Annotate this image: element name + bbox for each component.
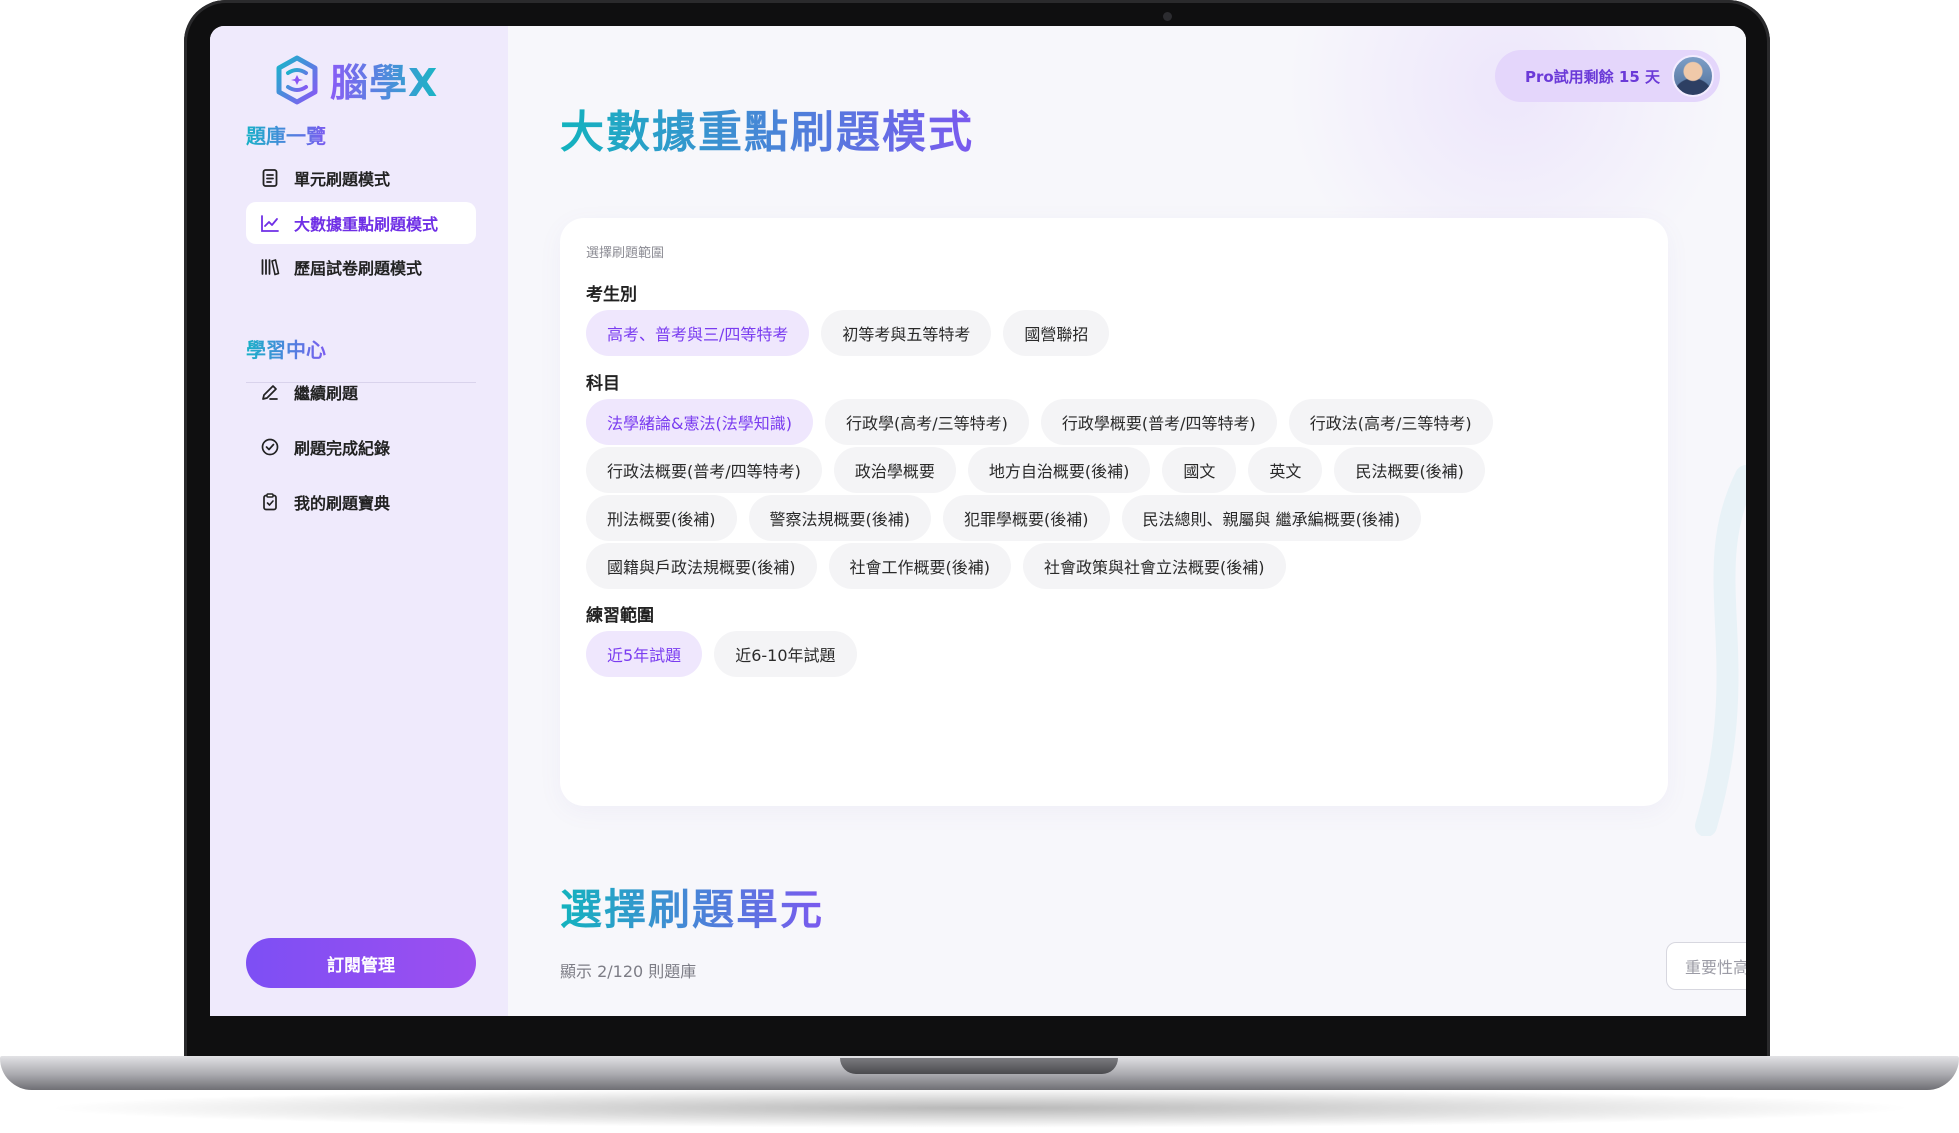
camera-icon <box>1163 12 1172 21</box>
app-screen: 腦學X 題庫一覽 單元刷題模式 大數據重點刷題模式 歷屆試卷刷題模式 學習中心 <box>210 26 1746 1016</box>
main-content: Pro試用剩餘 15 天 大數據重點刷題模式 選擇刷題範圍 考生別 高考、普考與… <box>508 26 1746 1016</box>
subject-chip[interactable]: 刑法概要(後補) <box>586 495 737 541</box>
pro-trial-badge[interactable]: Pro試用剩餘 15 天 <box>1494 50 1720 102</box>
range-label: 練習範圍 <box>586 606 654 626</box>
brand-name: 腦學X <box>330 52 438 107</box>
sidebar-item-label: 大數據重點刷題模式 <box>294 215 439 234</box>
sidebar-item-continue[interactable]: 繼續刷題 <box>246 371 476 413</box>
range-options: 近5年試題 近6-10年試題 <box>586 631 857 677</box>
subject-chip[interactable]: 行政學(高考/三等特考) <box>824 399 1029 445</box>
sidebar-item-label: 繼續刷題 <box>294 384 359 403</box>
subject-chip[interactable]: 地方自治概要(後補) <box>967 447 1151 493</box>
result-count: 顯示 2/120 則題庫 <box>560 962 697 981</box>
laptop-notch <box>840 1058 1118 1074</box>
subject-chip[interactable]: 法學緒論&憲法(法學知識) <box>586 399 813 445</box>
subject-chip[interactable]: 行政法概要(普考/四等特考) <box>586 447 822 493</box>
subject-chip[interactable]: 民法概要(後補) <box>1334 447 1485 493</box>
sidebar-item-bigdata-mode[interactable]: 大數據重點刷題模式 <box>246 202 476 244</box>
subject-row: 法學緒論&憲法(法學知識) 行政學(高考/三等特考) 行政學概要(普考/四等特考… <box>586 399 1493 445</box>
avatar[interactable] <box>1672 55 1714 97</box>
units-title: 選擇刷題單元 <box>560 876 824 937</box>
subject-chip[interactable]: 民法總則、親屬與 繼承編概要(後補) <box>1121 495 1422 541</box>
subject-row: 行政法概要(普考/四等特考) 政治學概要 地方自治概要(後補) 國文 英文 民法… <box>586 447 1485 493</box>
subject-chip[interactable]: 國文 <box>1162 447 1237 493</box>
exam-type-chip[interactable]: 高考、普考與三/四等特考 <box>586 310 810 356</box>
sidebar: 腦學X 題庫一覽 單元刷題模式 大數據重點刷題模式 歷屆試卷刷題模式 學習中心 <box>210 26 508 1016</box>
subject-chip[interactable]: 英文 <box>1248 447 1323 493</box>
subject-label: 科目 <box>586 374 620 394</box>
trend-chart-icon <box>258 211 282 235</box>
sidebar-item-my-notes[interactable]: 我的刷題寶典 <box>246 481 476 523</box>
exam-type-label: 考生別 <box>586 285 637 305</box>
sidebar-item-past-exams[interactable]: 歷屆試卷刷題模式 <box>246 246 476 288</box>
exam-type-chip[interactable]: 初等考與五等特考 <box>821 310 992 356</box>
page-title: 大數據重點刷題模式 <box>560 96 974 160</box>
subject-chip[interactable]: 行政法(高考/三等特考) <box>1288 399 1493 445</box>
range-chip[interactable]: 近6-10年試題 <box>714 631 857 677</box>
subject-chip[interactable]: 犯罪學概要(後補) <box>943 495 1110 541</box>
clipboard-icon <box>258 490 282 514</box>
subject-chip[interactable]: 國籍與戶政法規概要(後補) <box>586 543 817 589</box>
exam-type-chip[interactable]: 國營聯招 <box>1003 310 1110 356</box>
sidebar-item-label: 單元刷題模式 <box>294 170 391 189</box>
check-circle-icon <box>258 435 282 459</box>
sort-dropdown[interactable]: 重要性高到低 <box>1666 942 1746 990</box>
range-selector-card: 選擇刷題範圍 考生別 高考、普考與三/四等特考 初等考與五等特考 國營聯招 科目… <box>560 218 1668 806</box>
sidebar-item-label: 歷屆試卷刷題模式 <box>294 259 423 278</box>
logo[interactable]: 腦學X <box>272 52 438 107</box>
exam-type-options: 高考、普考與三/四等特考 初等考與五等特考 國營聯招 <box>586 310 1110 356</box>
brain-logo-icon <box>276 55 318 104</box>
subject-row: 刑法概要(後補) 警察法規概要(後補) 犯罪學概要(後補) 民法總則、親屬與 繼… <box>586 495 1422 541</box>
section-title-question-bank: 題庫一覽 <box>246 120 326 149</box>
books-icon <box>258 255 282 279</box>
subject-chip[interactable]: 社會工作概要(後補) <box>828 543 1011 589</box>
subject-chip[interactable]: 社會政策與社會立法概要(後補) <box>1023 543 1286 589</box>
sidebar-item-label: 我的刷題寶典 <box>294 494 391 513</box>
sidebar-item-label: 刷題完成紀錄 <box>294 439 391 458</box>
section-title-learning-center: 學習中心 <box>246 334 326 363</box>
subject-chip[interactable]: 行政學概要(普考/四等特考) <box>1040 399 1277 445</box>
range-chip[interactable]: 近5年試題 <box>586 631 703 677</box>
decorative-wave <box>1695 465 1746 836</box>
subscribe-button[interactable]: 訂閱管理 <box>246 938 476 988</box>
document-icon <box>258 166 282 190</box>
subject-chip[interactable]: 政治學概要 <box>833 447 956 493</box>
laptop-shadow <box>40 1088 1920 1128</box>
card-caption: 選擇刷題範圍 <box>586 246 665 261</box>
sidebar-item-unit-mode[interactable]: 單元刷題模式 <box>246 157 476 199</box>
pro-trial-text: Pro試用剩餘 15 天 <box>1524 67 1660 86</box>
pencil-icon <box>258 380 282 404</box>
subject-row: 國籍與戶政法規概要(後補) 社會工作概要(後補) 社會政策與社會立法概要(後補) <box>586 543 1286 589</box>
sidebar-item-history[interactable]: 刷題完成紀錄 <box>246 426 476 468</box>
subject-chip[interactable]: 警察法規概要(後補) <box>748 495 931 541</box>
sort-value: 重要性高到低 <box>1685 958 1746 977</box>
